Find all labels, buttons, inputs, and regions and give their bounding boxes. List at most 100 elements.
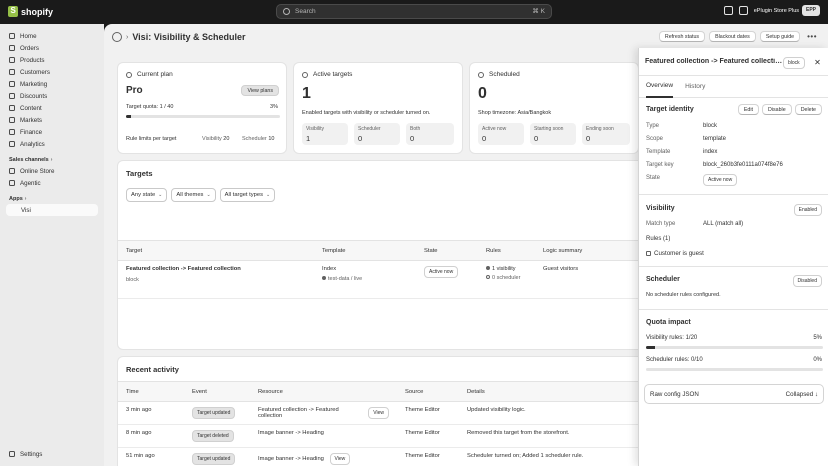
- target-detail-drawer: Featured collection -> Featured collecti…: [638, 48, 828, 466]
- section-divider: [639, 309, 828, 310]
- rule-check-icon: [646, 250, 651, 256]
- discount-icon: [9, 93, 15, 99]
- sidebar-item-label: Online Store: [20, 167, 55, 175]
- sidebar-item-products[interactable]: Products: [0, 54, 104, 66]
- filter-types-select[interactable]: All target types ⌄: [219, 188, 276, 202]
- search-shortcut: ⌘ K: [532, 8, 545, 15]
- sidebar-item-visi[interactable]: Visi: [6, 204, 98, 216]
- column-header: Resource: [250, 381, 397, 402]
- disable-button[interactable]: Disable: [762, 104, 792, 115]
- activity-source: Theme Editor: [397, 401, 459, 425]
- target-key-label: Target key: [646, 162, 674, 168]
- scheduler-quota-bar: [646, 368, 823, 371]
- drawer-header: Featured collection -> Featured collecti…: [639, 48, 828, 76]
- sidebar-item-marketing[interactable]: Marketing: [0, 78, 104, 90]
- match-type-value: ALL (match all): [703, 221, 744, 227]
- notification-icon[interactable]: [723, 6, 733, 15]
- stat-label: Active now: [482, 126, 507, 132]
- gear-icon: [9, 451, 15, 457]
- type-value: block: [703, 123, 718, 129]
- chevron-down-icon: ⌄: [206, 192, 211, 198]
- top-bar: shopify Search ⌘ K ePlugin Store Plus EP…: [0, 0, 828, 24]
- sidebar-item-finance[interactable]: Finance: [0, 126, 104, 138]
- setup-guide-button[interactable]: Setup guide: [759, 31, 801, 42]
- column-header: Time: [118, 381, 184, 402]
- stat-label: Scheduler: [358, 126, 381, 132]
- event-badge: Target updated: [192, 407, 236, 419]
- stat-scheduler: Scheduler 0: [354, 123, 400, 145]
- shopify-logo[interactable]: shopify: [8, 6, 53, 17]
- visibility-status-badge: Enabled: [793, 204, 822, 216]
- bell-icon[interactable]: [738, 6, 748, 15]
- delete-button[interactable]: Delete: [794, 104, 822, 115]
- page-title: Visi: Visibility & Scheduler: [132, 32, 246, 42]
- apps-label: Apps: [9, 195, 23, 202]
- store-menu[interactable]: ePlugin Store Plus EPP: [754, 5, 820, 16]
- targets-title: Targets: [126, 169, 153, 178]
- sidebar-item-orders[interactable]: Orders: [0, 42, 104, 54]
- sidebar-item-label: Home: [20, 32, 37, 40]
- search-input[interactable]: Search ⌘ K: [276, 4, 552, 19]
- target-name-link[interactable]: Featured collection -> Featured collecti…: [126, 266, 306, 272]
- scheduled-card: Scheduled 0 Shop timezone: Asia/Bangkok …: [469, 62, 639, 154]
- rule-text: Customer is guest: [654, 250, 704, 257]
- store-icon: [9, 168, 15, 174]
- logo-text: shopify: [21, 6, 54, 17]
- scheduler-status-badge: Disabled: [792, 275, 822, 287]
- refresh-status-button[interactable]: Refresh status: [658, 31, 706, 42]
- home-icon: [9, 33, 15, 39]
- sales-channels-header[interactable]: Sales channels ›: [0, 154, 104, 165]
- sidebar-item-home[interactable]: Home: [0, 30, 104, 42]
- sidebar-item-label: Products: [20, 56, 45, 64]
- bank-icon: [9, 129, 15, 135]
- filter-value: All themes: [176, 192, 204, 198]
- column-header: Rules: [478, 240, 535, 261]
- sidebar-item-online-store[interactable]: Online Store: [0, 165, 104, 177]
- stat-label: Both: [410, 126, 421, 132]
- raw-config-toggle[interactable]: Raw config JSON Collapsed ↓: [644, 384, 824, 404]
- sidebar-item-customers[interactable]: Customers: [0, 66, 104, 78]
- apps-header[interactable]: Apps ›: [0, 193, 104, 204]
- sidebar-item-analytics[interactable]: Analytics: [0, 138, 104, 150]
- stat-value: 0: [534, 134, 539, 143]
- visibility-title: Visibility: [646, 205, 675, 212]
- quota-label: Target quota: 1 / 40: [126, 104, 174, 110]
- sidebar-item-agentic[interactable]: Agentic: [0, 177, 104, 189]
- orders-icon: [9, 45, 15, 51]
- sidebar-item-label: Customers: [20, 68, 50, 76]
- stat-ending-soon: Ending soon 0: [582, 123, 630, 145]
- stat-value: 0: [586, 134, 591, 143]
- sidebar-item-settings[interactable]: Settings: [0, 448, 104, 460]
- view-button[interactable]: View: [368, 407, 389, 419]
- stat-starting-soon: Starting soon 0: [530, 123, 576, 145]
- quota-title: Quota impact: [646, 319, 691, 326]
- sidebar-item-label: Content: [20, 104, 42, 112]
- target-type: block: [126, 277, 139, 283]
- active-targets-card: Active targets 1 Enabled targets with vi…: [293, 62, 463, 154]
- sidebar-item-markets[interactable]: Markets: [0, 114, 104, 126]
- globe-icon: [9, 117, 15, 123]
- sidebar-item-content[interactable]: Content: [0, 102, 104, 114]
- activity-time: 8 min ago: [118, 424, 184, 448]
- scheduler-quota-label: Scheduler rules: 0/10: [646, 357, 703, 363]
- blackout-dates-button[interactable]: Blackout dates: [709, 31, 756, 42]
- filter-value: Any state: [131, 192, 156, 198]
- sidebar-item-discounts[interactable]: Discounts: [0, 90, 104, 102]
- state-badge: Active now: [703, 174, 738, 186]
- scheduler-limit: Scheduler 10: [242, 136, 274, 142]
- filter-themes-select[interactable]: All themes ⌄: [171, 188, 216, 202]
- tab-overview[interactable]: Overview: [646, 76, 674, 98]
- rule-limits-label: Rule limits per target: [126, 136, 177, 142]
- filter-state-select[interactable]: Any state ⌄: [126, 188, 168, 202]
- sales-channels-label: Sales channels: [9, 156, 49, 163]
- chevron-right-icon: ›: [24, 195, 27, 202]
- tab-history[interactable]: History: [685, 76, 705, 98]
- activity-time: 51 min ago: [118, 447, 184, 466]
- edit-button[interactable]: Edit: [737, 104, 760, 115]
- view-button[interactable]: View: [329, 453, 351, 465]
- close-icon[interactable]: ✕: [812, 57, 823, 68]
- app-icon: [112, 32, 122, 42]
- more-actions-icon[interactable]: •••: [804, 32, 820, 41]
- drawer-tabs: Overview History: [639, 76, 828, 98]
- view-plans-button[interactable]: View plans: [241, 85, 279, 96]
